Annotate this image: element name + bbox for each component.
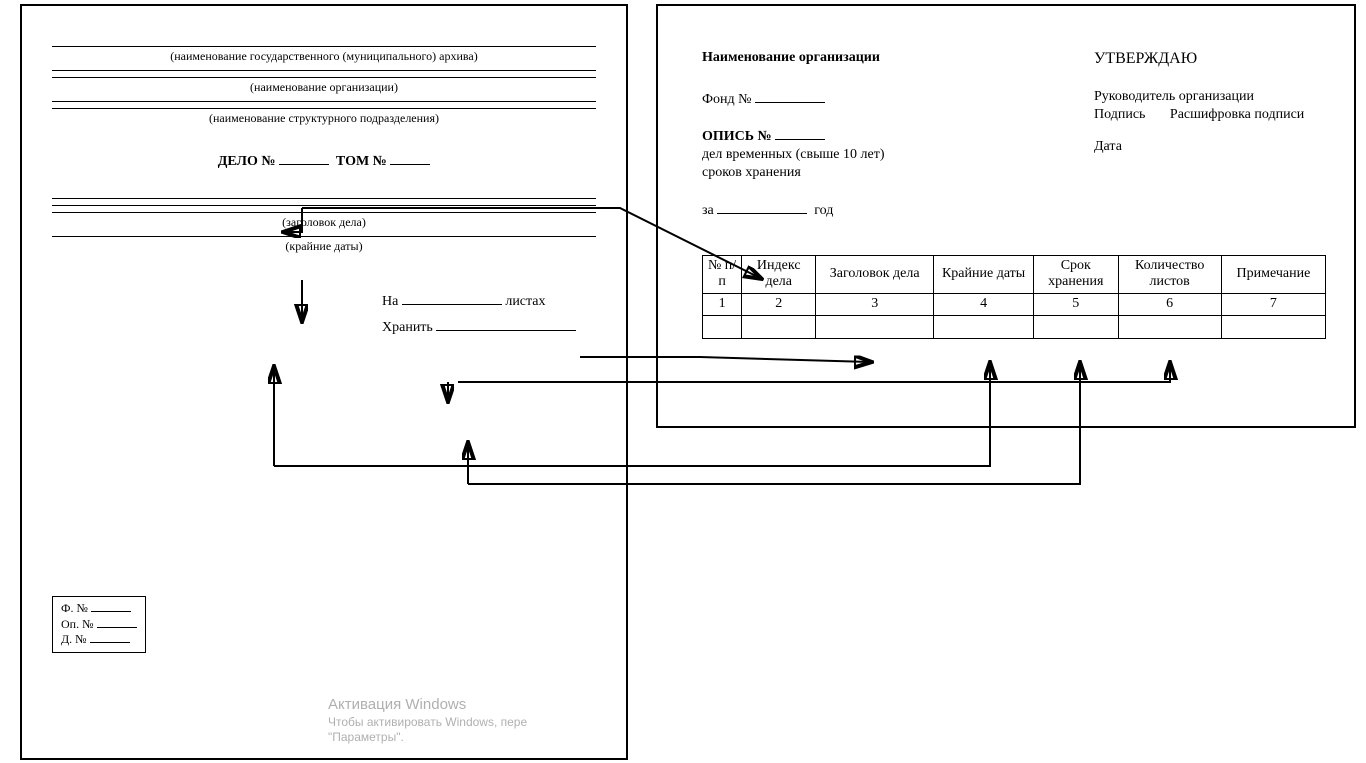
line <box>52 77 596 78</box>
d-field[interactable] <box>90 642 130 643</box>
table-number-row: 1 2 3 4 5 6 7 <box>703 294 1326 316</box>
f-field[interactable] <box>91 611 131 612</box>
approve-label: УТВЕРЖДАЮ <box>1094 50 1324 68</box>
fund-field[interactable] <box>755 102 825 103</box>
case-cover-form: (наименование государственного (муниципа… <box>20 4 628 760</box>
caption-case-title: (заголовок дела) <box>52 215 596 230</box>
sheets-block: На листах Хранить <box>382 294 596 336</box>
opis-sub2: сроков хранения <box>702 164 1094 182</box>
date-label: Дата <box>1094 138 1324 156</box>
opis-sub1: дел временных (свыше 10 лет) <box>702 146 1094 164</box>
year-label: год <box>814 203 833 218</box>
caption-org: (наименование организации) <box>52 80 596 95</box>
col-storage: Срок хранения <box>1034 255 1118 294</box>
d-label: Д. № <box>61 632 87 646</box>
sign-label: Подпись <box>1094 107 1145 122</box>
sheets-field[interactable] <box>402 304 502 305</box>
col-title: Заголовок дела <box>816 255 934 294</box>
opis-label: ОПИСЬ № <box>702 129 772 144</box>
store-label: Хранить <box>382 320 433 335</box>
line <box>52 212 596 213</box>
line <box>52 108 596 109</box>
table-header-row: № п/п Индекс дела Заголовок дела Крайние… <box>703 255 1326 294</box>
line <box>52 46 596 47</box>
corner-reference-box: Ф. № Оп. № Д. № <box>52 596 146 653</box>
col-sheets: Количество листов <box>1118 255 1221 294</box>
f-label: Ф. № <box>61 601 88 615</box>
col-note: Примечание <box>1221 255 1325 294</box>
windows-activation-watermark: Активация Windows Чтобы активировать Win… <box>328 696 527 745</box>
sheets-label: листах <box>505 294 545 309</box>
fund-label: Фонд № <box>702 92 752 107</box>
caption-archive: (наименование государственного (муниципа… <box>52 49 596 64</box>
op-label: Оп. № <box>61 617 94 631</box>
case-number-line: ДЕЛО № ТОМ № <box>52 154 596 170</box>
op-field[interactable] <box>97 627 137 628</box>
inventory-form: Наименование организации Фонд № ОПИСЬ № … <box>656 4 1356 428</box>
col-dates: Крайние даты <box>934 255 1034 294</box>
org-name-label: Наименование организации <box>702 50 1094 66</box>
caption-dates: (крайние даты) <box>52 239 596 254</box>
watermark-line2: Чтобы активировать Windows, пере <box>328 715 527 730</box>
delo-label: ДЕЛО № <box>218 154 276 169</box>
inventory-table: № п/п Индекс дела Заголовок дела Крайние… <box>702 255 1326 339</box>
col-index: Индекс дела <box>742 255 816 294</box>
tom-field[interactable] <box>390 164 430 165</box>
line <box>52 236 596 237</box>
delo-field[interactable] <box>279 164 329 165</box>
head-label: Руководитель организации <box>1094 88 1324 106</box>
opis-field[interactable] <box>775 139 825 140</box>
store-field[interactable] <box>436 330 576 331</box>
caption-unit: (наименование структурного подразделения… <box>52 111 596 126</box>
watermark-line3: "Параметры". <box>328 730 527 745</box>
approval-block: УТВЕРЖДАЮ Руководитель организации Подпи… <box>1094 50 1324 219</box>
na-label: На <box>382 294 398 309</box>
za-label: за <box>702 203 714 218</box>
table-row <box>703 315 1326 338</box>
watermark-title: Активация Windows <box>328 696 527 715</box>
decipher-label: Расшифровка подписи <box>1170 107 1304 122</box>
col-npp: № п/п <box>703 255 742 294</box>
tom-label: ТОМ № <box>336 154 387 169</box>
year-field[interactable] <box>717 213 807 214</box>
